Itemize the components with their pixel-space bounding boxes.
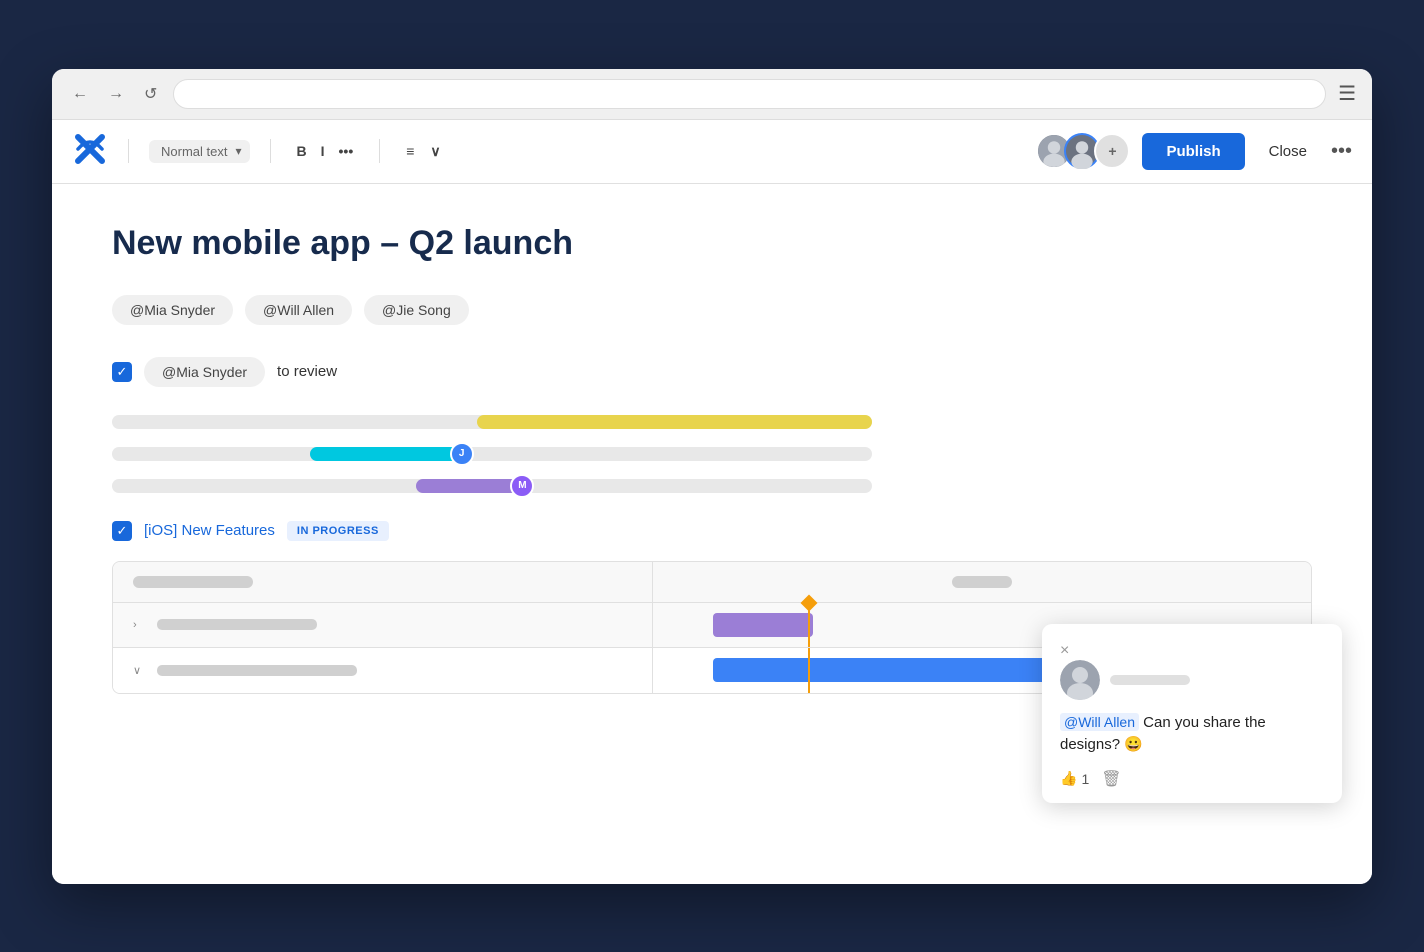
back-button[interactable]: ← [68,81,92,107]
bar-row-1 [112,411,1312,433]
delete-button[interactable]: 🗑 [1101,769,1121,789]
comment-header [1060,660,1324,700]
task-item-row: ✓ [iOS] New Features IN PROGRESS [112,521,1312,541]
bar-track-1 [112,415,872,429]
comment-popup: × @Will Allen Can you share the designs?… [1042,624,1342,803]
bar-fill-yellow [477,415,872,429]
toolbar-right: + Publish Close ••• [1036,133,1352,170]
more-options-button[interactable]: ••• [1331,140,1352,163]
page-title: New mobile app – Q2 launch [112,224,1312,263]
header-label-2 [952,576,1012,588]
comment-close-button[interactable]: × [1060,642,1069,660]
commenter-name [1110,675,1190,685]
mention-tag-jie[interactable]: @Jie Song [364,295,469,325]
timeline-marker-2 [808,648,810,693]
align-dropdown-button[interactable]: ∨ [424,140,446,163]
bar-fill-purple [416,479,522,493]
grid-header [113,562,1311,603]
task-row: ✓ @Mia Snyder to review [112,357,1312,387]
ios-task-checkbox[interactable]: ✓ [112,521,132,541]
format-label: Normal text [157,144,231,159]
toolbar-divider-3 [379,139,380,163]
publish-button[interactable]: Publish [1142,133,1244,170]
avatars-group: + [1036,133,1130,169]
mention-tag-will[interactable]: @Will Allen [245,295,352,325]
task-checkbox[interactable]: ✓ [112,362,132,382]
status-badge: IN PROGRESS [287,521,389,541]
more-format-button[interactable]: ••• [333,140,360,162]
bar-track-2: J [112,447,872,461]
text-format-group: B I ••• [291,140,360,162]
toolbar-divider-2 [270,139,271,163]
close-button[interactable]: Close [1257,135,1319,168]
task-text: to review [277,363,337,380]
bar-fill-cyan [310,447,462,461]
format-group: Normal text ▾ [149,140,250,163]
comment-avatar [1060,660,1100,700]
grid-cell-left-1: › [113,603,653,647]
bar-track-3: M [112,479,872,493]
italic-button[interactable]: I [315,140,331,162]
ios-task-label[interactable]: [iOS] New Features [144,522,275,539]
comment-mention[interactable]: @Will Allen [1060,713,1139,731]
header-label-1 [133,576,253,588]
comment-actions: 👍 1 🗑 [1060,769,1324,789]
bars-section: J M [112,411,1312,497]
format-dropdown-icon[interactable]: ▾ [235,144,241,158]
mention-tag-mia[interactable]: @Mia Snyder [112,295,233,325]
cell-text-1 [157,619,317,630]
expand-icon-1[interactable]: › [133,619,149,631]
main-content: New mobile app – Q2 launch @Mia Snyder @… [52,184,1372,884]
grid-cell-left-2: ∨ [113,648,653,693]
browser-chrome: ← → ↺ ☰ [52,69,1372,120]
toolbar-divider-1 [128,139,129,163]
avatar-add-button[interactable]: + [1094,133,1130,169]
app-toolbar: Normal text ▾ B I ••• ≡ ∨ [52,120,1372,184]
like-button[interactable]: 👍 1 [1060,770,1089,787]
grid-header-right [653,562,1311,602]
align-group: ≡ ∨ [400,140,446,163]
align-button[interactable]: ≡ [400,140,420,162]
bold-button[interactable]: B [291,140,313,162]
reload-button[interactable]: ↺ [140,80,161,108]
cell-text-2 [157,665,357,676]
avatar-m-indicator: M [510,474,534,498]
avatar-j-indicator: J [450,442,474,466]
timeline-marker-1 [808,603,810,647]
comment-body: @Will Allen Can you share the designs? 😀 [1060,712,1324,757]
forward-button[interactable]: → [104,81,128,107]
expand-icon-2[interactable]: ∨ [133,664,149,677]
bar-row-3: M [112,475,1312,497]
browser-menu-button[interactable]: ☰ [1338,84,1356,104]
bar-row-2: J [112,443,1312,465]
like-icon: 👍 [1060,770,1077,787]
bar-purple-small [713,613,813,637]
browser-window: ← → ↺ ☰ Normal text ▾ B I ••• ≡ ∨ [52,69,1372,884]
grid-header-left [113,562,653,602]
task-mention[interactable]: @Mia Snyder [144,357,265,387]
logo[interactable] [72,131,108,172]
like-count: 1 [1081,771,1089,787]
mentions-row: @Mia Snyder @Will Allen @Jie Song [112,295,1312,325]
url-bar[interactable] [173,79,1326,109]
